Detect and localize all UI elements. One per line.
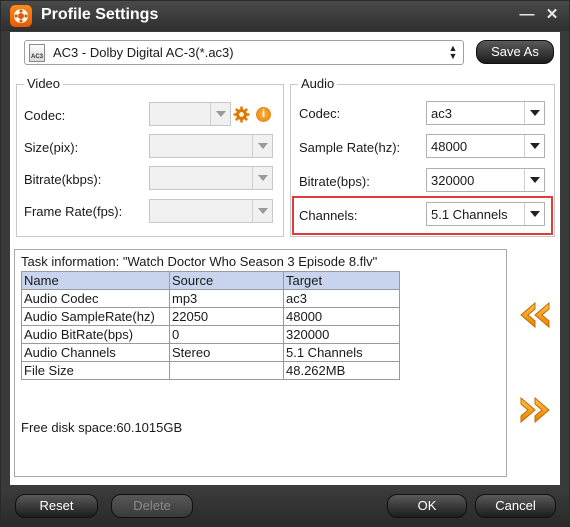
- gear-icon[interactable]: [233, 106, 250, 123]
- up-down-arrows-icon: ▲ ▼: [448, 43, 458, 61]
- profile-select[interactable]: AC3 AC3 - Dolby Digital AC-3(*.ac3) ▲ ▼: [24, 40, 464, 65]
- task-info-panel: Task information: "Watch Doctor Who Seas…: [14, 249, 507, 477]
- info-icon[interactable]: i: [256, 107, 271, 122]
- audio-samplerate-select[interactable]: 48000: [426, 134, 545, 158]
- audio-codec-label: Codec:: [299, 106, 341, 121]
- table-header-row: Name Source Target: [21, 271, 400, 290]
- chevron-down-icon: [524, 203, 544, 225]
- table-cell: 48.262MB: [283, 361, 400, 380]
- app-logo-icon: [10, 5, 32, 27]
- bottom-button-bar: Reset Delete OK Cancel: [1, 486, 569, 526]
- ok-button[interactable]: OK: [387, 494, 467, 518]
- table-cell: 22050: [169, 307, 284, 326]
- table-cell: Audio BitRate(bps): [21, 325, 170, 344]
- video-codec-label: Codec:: [24, 108, 66, 123]
- column-header: Target: [283, 271, 400, 290]
- video-framerate-select[interactable]: [149, 199, 273, 223]
- table-cell: Stereo: [169, 343, 284, 362]
- audio-codec-select[interactable]: ac3: [426, 101, 545, 125]
- audio-samplerate-label: Sample Rate(hz):: [299, 140, 401, 155]
- fast-forward-icon[interactable]: [518, 395, 552, 425]
- column-header: Source: [169, 271, 284, 290]
- audio-group-title: Audio: [298, 76, 338, 91]
- video-bitrate-label: Bitrate(kbps):: [24, 172, 102, 187]
- table-cell: Audio Codec: [21, 289, 170, 308]
- ac3-file-icon: AC3: [29, 44, 45, 62]
- cancel-button[interactable]: Cancel: [475, 494, 556, 518]
- table-cell: 320000: [283, 325, 400, 344]
- video-group-title: Video: [24, 76, 64, 91]
- minimize-button[interactable]: —: [517, 5, 537, 25]
- table-cell: File Size: [21, 361, 170, 380]
- window-title: Profile Settings: [41, 6, 159, 23]
- table-cell: [169, 361, 284, 380]
- title-bar[interactable]: Profile Settings — ✕: [1, 1, 569, 31]
- audio-channels-label: Channels:: [299, 208, 358, 223]
- chevron-down-icon: [524, 169, 544, 191]
- audio-samplerate-value: 48000: [431, 139, 468, 154]
- delete-button[interactable]: Delete: [111, 494, 193, 518]
- video-framerate-label: Frame Rate(fps):: [24, 204, 123, 219]
- profile-settings-window: Profile Settings — ✕ AC3 AC3 - Dolby Dig…: [0, 0, 570, 527]
- task-info-table: Name Source Target Audio Codec mp3 ac3 A…: [21, 271, 400, 380]
- close-button[interactable]: ✕: [542, 5, 562, 25]
- audio-channels-select[interactable]: 5.1 Channels: [426, 202, 545, 226]
- rewind-icon[interactable]: [518, 300, 552, 330]
- table-row: Audio Channels Stereo 5.1 Channels: [21, 343, 400, 362]
- free-disk-space: Free disk space:60.1015GB: [21, 420, 183, 435]
- task-info-line: Task information: "Watch Doctor Who Seas…: [21, 254, 378, 269]
- audio-codec-value: ac3: [431, 106, 452, 121]
- chevron-down-icon: [252, 167, 272, 189]
- video-bitrate-select[interactable]: [149, 166, 273, 190]
- table-row: Audio Codec mp3 ac3: [21, 289, 400, 308]
- chevron-down-icon: [252, 135, 272, 157]
- table-row: Audio BitRate(bps) 0 320000: [21, 325, 400, 344]
- reset-button[interactable]: Reset: [15, 494, 98, 518]
- audio-bitrate-value: 320000: [431, 173, 475, 188]
- chevron-down-icon: [524, 135, 544, 157]
- audio-bitrate-label: Bitrate(bps):: [299, 174, 370, 189]
- profile-selected-value: AC3 - Dolby Digital AC-3(*.ac3): [53, 45, 234, 60]
- table-cell: 0: [169, 325, 284, 344]
- video-size-label: Size(pix):: [24, 140, 79, 155]
- table-cell: 48000: [283, 307, 400, 326]
- video-codec-select[interactable]: [149, 102, 231, 126]
- settings-content: AC3 AC3 - Dolby Digital AC-3(*.ac3) ▲ ▼ S…: [10, 32, 560, 485]
- table-row: File Size 48.262MB: [21, 361, 400, 380]
- table-cell: Audio SampleRate(hz): [21, 307, 170, 326]
- table-cell: mp3: [169, 289, 284, 308]
- table-cell: Audio Channels: [21, 343, 170, 362]
- table-row: Audio SampleRate(hz) 22050 48000: [21, 307, 400, 326]
- chevron-down-icon: [524, 102, 544, 124]
- chevron-down-icon: [210, 103, 230, 125]
- audio-bitrate-select[interactable]: 320000: [426, 168, 545, 192]
- video-size-select[interactable]: [149, 134, 273, 158]
- save-as-button[interactable]: Save As: [476, 40, 554, 64]
- table-cell: 5.1 Channels: [283, 343, 400, 362]
- audio-channels-value: 5.1 Channels: [431, 207, 508, 222]
- table-cell: ac3: [283, 289, 400, 308]
- chevron-down-icon: [252, 200, 272, 222]
- column-header: Name: [21, 271, 170, 290]
